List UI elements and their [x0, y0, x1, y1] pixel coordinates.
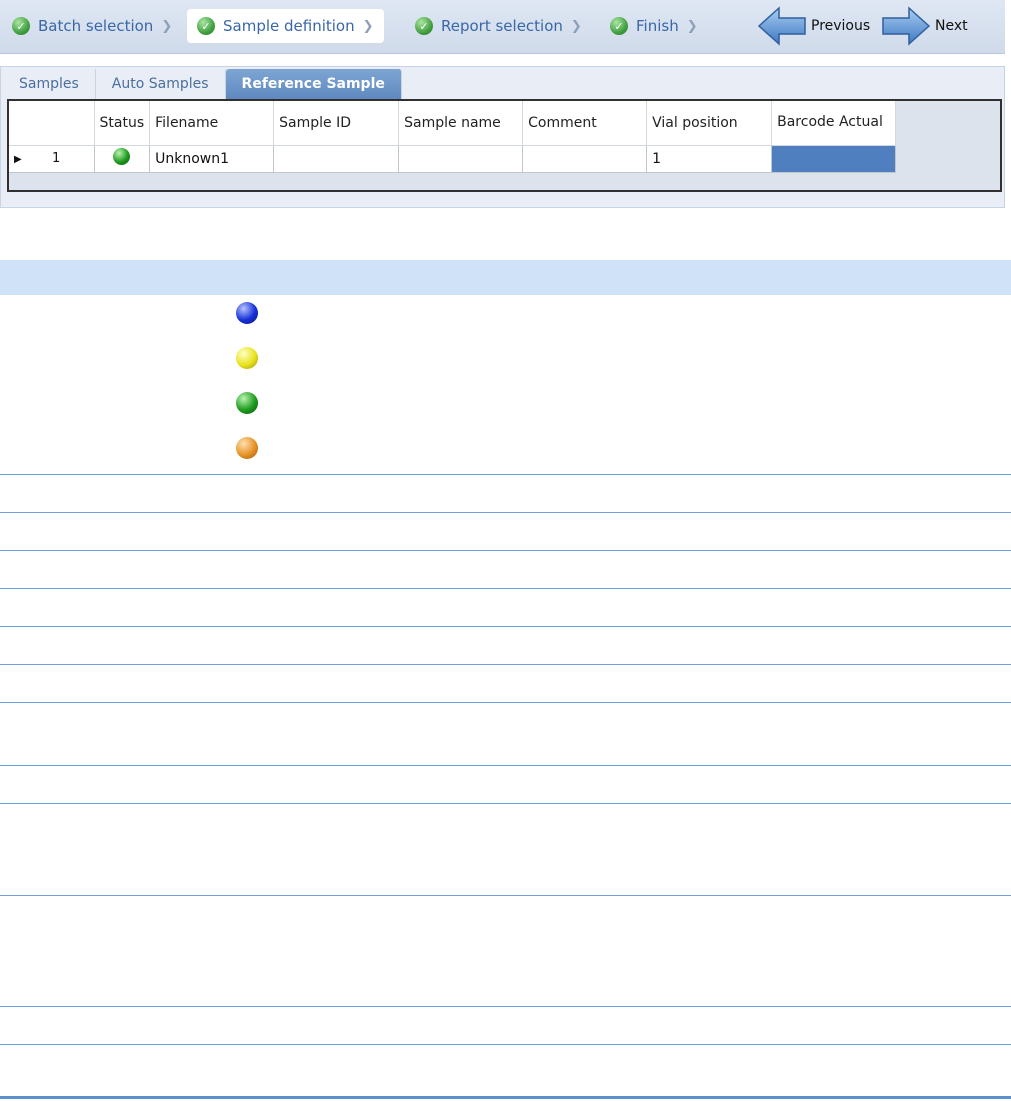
- tab-auto-samples[interactable]: Auto Samples: [95, 69, 226, 99]
- wizard-step-label: Report selection: [441, 17, 563, 35]
- green-status-orb-icon: [236, 392, 258, 414]
- row-divider: [0, 1006, 1011, 1007]
- wizard-step-bar: ✓ Batch selection ❯ ✓ Sample definition …: [0, 0, 1005, 54]
- row-divider: [0, 664, 1011, 665]
- next-button[interactable]: Next: [881, 6, 968, 46]
- status-cell[interactable]: [94, 145, 151, 173]
- previous-button-label: Previous: [811, 18, 871, 34]
- row-divider: [0, 626, 1011, 627]
- filename-cell[interactable]: Unknown1: [149, 145, 275, 173]
- tab-strip: Samples Auto Samples Reference Sample: [3, 69, 402, 99]
- tab-samples[interactable]: Samples: [3, 69, 96, 99]
- chevron-right-icon: ❯: [686, 18, 698, 34]
- row-divider: [0, 702, 1011, 703]
- column-header-filename[interactable]: Filename: [149, 101, 275, 146]
- status-legend-header: [0, 260, 1011, 295]
- grid-row-header-corner: [9, 101, 95, 146]
- row-divider: [0, 765, 1011, 766]
- table-bottom-border: [0, 1096, 1011, 1099]
- row-divider: [0, 803, 1011, 804]
- current-row-indicator-icon: ▶: [14, 154, 22, 165]
- row-divider: [0, 550, 1011, 551]
- wizard-step-label: Finish: [636, 17, 679, 35]
- row-divider: [0, 512, 1011, 513]
- grid-header-row: Status Filename Sample ID Sample name Co…: [9, 101, 897, 146]
- wizard-step-label: Batch selection: [38, 17, 154, 35]
- wizard-step-finish[interactable]: ✓ Finish ❯: [600, 9, 708, 43]
- tab-reference-sample[interactable]: Reference Sample: [225, 69, 402, 99]
- chevron-right-icon: ❯: [161, 18, 173, 34]
- row-divider: [0, 895, 1011, 896]
- wizard-step-label: Sample definition: [223, 17, 355, 35]
- check-circle-icon: ✓: [415, 17, 433, 35]
- next-button-label: Next: [935, 18, 968, 34]
- comment-cell[interactable]: [522, 145, 648, 173]
- check-circle-icon: ✓: [197, 17, 215, 35]
- yellow-status-orb-icon: [236, 347, 258, 369]
- table-row[interactable]: ▶ 1 Unknown1 1: [9, 145, 897, 173]
- previous-button[interactable]: Previous: [757, 6, 870, 46]
- sample-name-cell[interactable]: [398, 145, 524, 173]
- check-circle-icon: ✓: [12, 17, 30, 35]
- column-header-comment[interactable]: Comment: [522, 101, 648, 146]
- column-header-barcode-actual[interactable]: Barcode Actual: [771, 101, 897, 146]
- column-header-sample-name[interactable]: Sample name: [398, 101, 524, 146]
- wizard-step-batch-selection[interactable]: ✓ Batch selection ❯: [2, 9, 182, 43]
- row-index: 1: [51, 151, 61, 166]
- column-header-sample-id[interactable]: Sample ID: [273, 101, 400, 146]
- chevron-right-icon: ❯: [570, 18, 582, 34]
- row-divider: [0, 474, 1011, 475]
- barcode-actual-cell[interactable]: [771, 145, 897, 173]
- samples-panel: Samples Auto Samples Reference Sample St…: [0, 66, 1005, 208]
- wizard-step-report-selection[interactable]: ✓ Report selection ❯: [405, 9, 592, 43]
- row-divider: [0, 1044, 1011, 1045]
- wizard-step-sample-definition[interactable]: ✓ Sample definition ❯: [187, 9, 384, 43]
- column-header-vial-position[interactable]: Vial position: [646, 101, 773, 146]
- sample-id-cell[interactable]: [273, 145, 400, 173]
- chevron-right-icon: ❯: [362, 18, 374, 34]
- orange-status-orb-icon: [236, 437, 258, 459]
- arrow-right-icon: [882, 6, 931, 46]
- row-divider: [0, 588, 1011, 589]
- green-status-orb-icon: [113, 148, 131, 165]
- column-header-status[interactable]: Status: [94, 101, 151, 146]
- row-header[interactable]: ▶ 1: [9, 145, 95, 173]
- arrow-left-icon: [757, 6, 806, 46]
- blue-status-orb-icon: [236, 302, 258, 324]
- samples-grid: Status Filename Sample ID Sample name Co…: [7, 99, 1002, 192]
- vial-position-cell[interactable]: 1: [646, 145, 773, 173]
- check-circle-icon: ✓: [610, 17, 628, 35]
